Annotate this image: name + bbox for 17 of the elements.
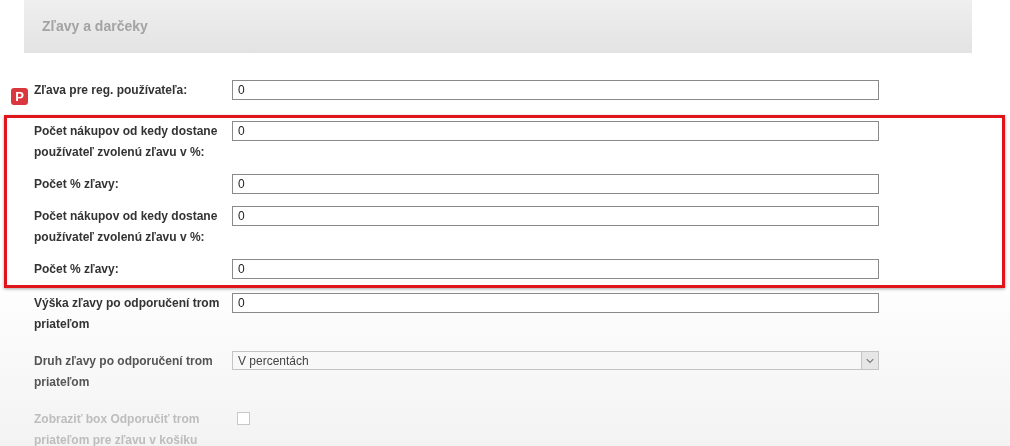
text-input[interactable]: 0 — [232, 121, 879, 141]
text-input[interactable]: 0 — [232, 259, 879, 279]
text-input[interactable]: 0 — [232, 80, 879, 100]
chevron-down-icon — [861, 352, 878, 369]
section-title: Zľavy a darčeky — [42, 17, 148, 36]
field-label: Výška zľavy po odporučení trom priateľom — [34, 295, 221, 333]
text-input[interactable]: 0 — [232, 174, 879, 194]
field-label: Počet % zľavy: — [34, 176, 120, 193]
text-input[interactable]: 0 — [232, 206, 879, 226]
field-label: Počet nákupov od kedy dostane používateľ zvolenú zľavu v %: — [34, 208, 219, 246]
dropdown[interactable]: V percentách — [232, 351, 879, 370]
field-label: Počet nákupov od kedy dostane používateľ zvolenú zľavu v %: — [34, 123, 219, 161]
field-label: Počet % zľavy: — [34, 261, 120, 278]
field-label: Druh zľavy po odporučení trom priateľom — [34, 353, 214, 391]
p-badge: P — [11, 88, 28, 105]
field-label: Zľava pre reg. používateľa: — [34, 82, 189, 99]
text-input[interactable]: 0 — [232, 293, 879, 313]
